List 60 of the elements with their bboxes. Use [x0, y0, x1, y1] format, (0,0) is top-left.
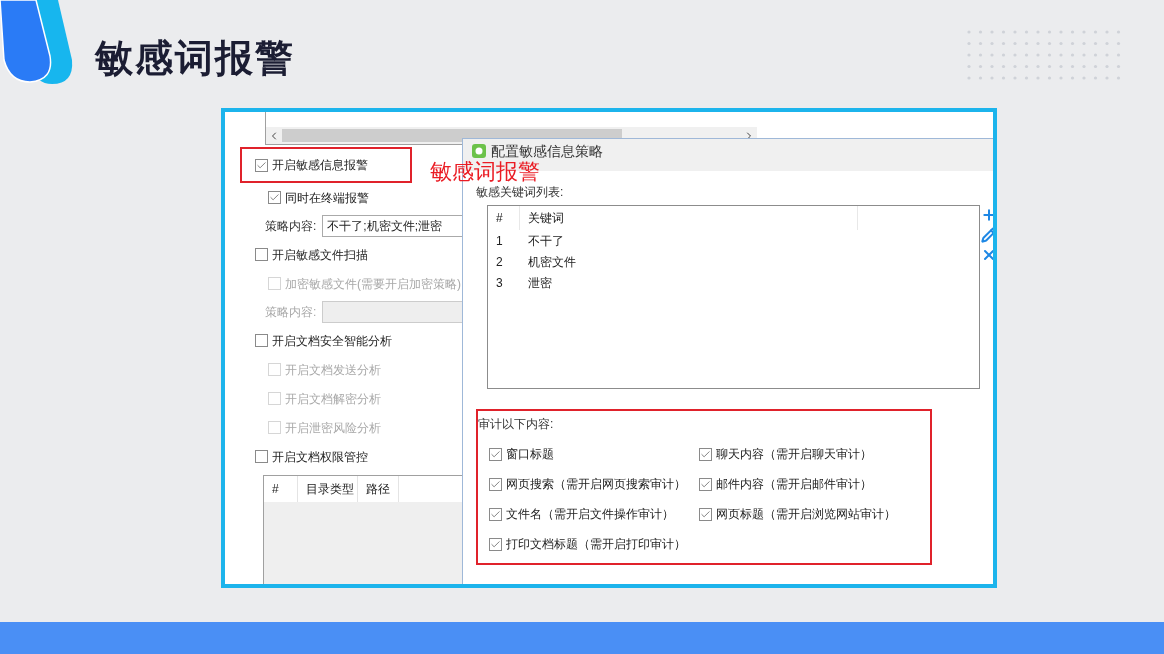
checkbox[interactable]	[255, 450, 268, 463]
checkbox[interactable]	[489, 537, 502, 551]
audit-label: 审计以下内容:	[478, 416, 555, 433]
add-icon[interactable]	[981, 207, 993, 223]
option-label: 开启文档发送分析	[285, 361, 381, 379]
keyword-cell-text: 泄密	[527, 274, 552, 292]
check-icon	[490, 448, 501, 460]
audit-option-label: 打印文档标题（需开启打印审计）	[506, 536, 686, 553]
audit-option-label: 网页搜索（需开启网页搜索审计）	[506, 476, 686, 493]
option-label: 开启敏感信息报警	[272, 157, 368, 174]
list-label: 敏感关键词列表:	[476, 184, 565, 201]
close-icon[interactable]	[981, 247, 993, 263]
checkbox[interactable]	[699, 477, 712, 491]
audit-option-label: 窗口标题	[506, 446, 554, 463]
row-number: 3	[495, 274, 504, 292]
checkbox[interactable]	[489, 447, 502, 461]
check-icon	[700, 448, 711, 460]
check-icon	[490, 478, 501, 490]
option-label: 同时在终端报警	[285, 189, 369, 207]
check-icon	[490, 538, 501, 550]
check-icon	[700, 508, 711, 520]
option-label: 开启文档安全智能分析	[272, 332, 392, 350]
audit-option-label: 网页标题（需开启浏览网站审计）	[716, 506, 896, 523]
option-label: 加密敏感文件(需要开启加密策略)	[285, 275, 461, 293]
keyword-list[interactable]: # 关键词 1 不干了 2 机密文件 3 泄密	[487, 205, 980, 389]
dialog-title: 配置敏感信息策略	[491, 143, 603, 159]
check-icon	[269, 192, 280, 203]
checkbox[interactable]	[255, 248, 268, 261]
checkbox[interactable]	[699, 507, 712, 521]
checkbox[interactable]	[255, 158, 268, 172]
column-header[interactable]: #	[264, 476, 298, 502]
app-icon	[471, 143, 487, 159]
annotation-text: 敏感词报警	[430, 159, 540, 185]
field-label: 策略内容:	[265, 304, 317, 321]
column-header[interactable]: 路径	[358, 476, 399, 502]
audit-option-label: 文件名（需开启文件操作审计）	[506, 506, 674, 523]
checkbox[interactable]	[489, 477, 502, 491]
checkbox[interactable]	[489, 507, 502, 521]
row-number: 1	[495, 232, 504, 250]
check-icon	[256, 159, 267, 171]
column-header[interactable]: 目录类型	[298, 476, 358, 502]
audit-option-label: 邮件内容（需开启邮件审计）	[716, 476, 872, 493]
check-icon	[700, 478, 711, 490]
option-label: 开启文档权限管控	[272, 448, 368, 466]
checkbox[interactable]	[268, 191, 281, 204]
audit-option-label: 聊天内容（需开启聊天审计）	[716, 446, 872, 463]
column-header[interactable]: #	[488, 206, 520, 230]
option-label: 开启泄密风险分析	[285, 419, 381, 437]
column-header[interactable]: 关键词	[520, 206, 858, 230]
slide-title: 敏感词报警	[95, 36, 295, 81]
check-icon	[490, 508, 501, 520]
edit-icon[interactable]	[981, 227, 993, 243]
keyword-cell-text: 不干了	[527, 232, 564, 250]
row-number: 2	[495, 253, 504, 271]
keyword-cell-text: 机密文件	[527, 253, 576, 271]
checkbox[interactable]	[699, 447, 712, 461]
option-label: 开启文档解密分析	[285, 390, 381, 408]
checkbox[interactable]	[255, 334, 268, 347]
option-label: 开启敏感文件扫描	[272, 246, 368, 264]
field-label: 策略内容:	[265, 218, 317, 235]
